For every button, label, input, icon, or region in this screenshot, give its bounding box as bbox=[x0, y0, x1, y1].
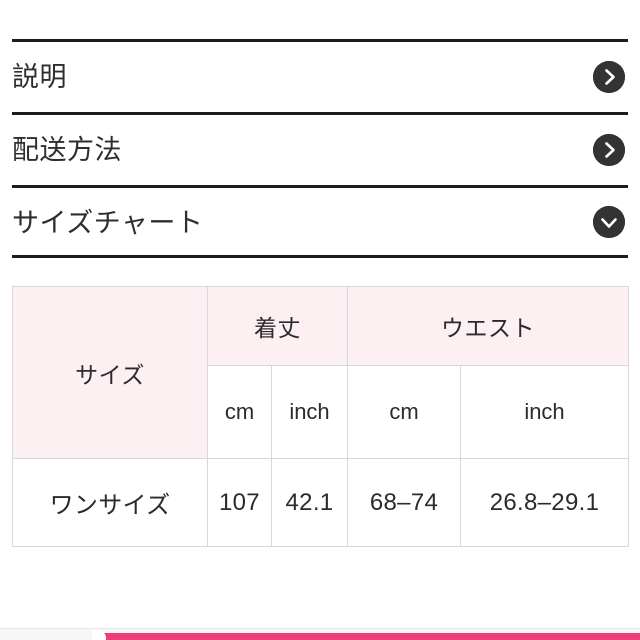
accordion-section-size-chart[interactable]: サイズチャート bbox=[12, 185, 628, 258]
accordion-section-description[interactable]: 説明 bbox=[12, 39, 628, 112]
accordion-title: サイズチャート bbox=[12, 208, 204, 238]
cell-length-cm: 107 bbox=[207, 458, 272, 547]
accordion-title: 説明 bbox=[12, 62, 67, 92]
table-row: ワンサイズ 107 42.1 68–74 26.8–29.1 bbox=[12, 458, 629, 547]
cell-waist-cm: 68–74 bbox=[347, 458, 461, 547]
product-detail-page: 説明 配送方法 サイズチャート サイズ 着丈 ウエスト cm inch cm i… bbox=[0, 0, 640, 640]
table-head: サイズ 着丈 ウエスト cm inch cm inch bbox=[12, 286, 629, 459]
header-size: サイズ bbox=[12, 286, 208, 459]
primary-action-button[interactable] bbox=[95, 633, 640, 640]
cell-size: ワンサイズ bbox=[12, 458, 208, 547]
chevron-right-icon[interactable] bbox=[593, 61, 625, 93]
accordion-title: 配送方法 bbox=[12, 135, 122, 165]
header-group-length: 着丈 bbox=[207, 286, 348, 366]
header-length-cm: cm bbox=[207, 365, 272, 459]
accordion: 説明 配送方法 サイズチャート bbox=[12, 39, 628, 258]
header-waist-cm: cm bbox=[347, 365, 461, 459]
header-waist-inch: inch bbox=[460, 365, 629, 459]
size-chart-table: サイズ 着丈 ウエスト cm inch cm inch ワンサイズ 107 42… bbox=[12, 286, 629, 547]
cell-length-inch: 42.1 bbox=[271, 458, 348, 547]
size-chart-panel: サイズ 着丈 ウエスト cm inch cm inch ワンサイズ 107 42… bbox=[12, 286, 629, 547]
cell-waist-inch: 26.8–29.1 bbox=[460, 458, 629, 547]
chevron-down-icon[interactable] bbox=[593, 205, 625, 238]
header-length-inch: inch bbox=[271, 365, 348, 459]
chevron-right-icon[interactable] bbox=[593, 134, 625, 166]
table-body: ワンサイズ 107 42.1 68–74 26.8–29.1 bbox=[12, 458, 629, 547]
accordion-section-shipping[interactable]: 配送方法 bbox=[12, 112, 628, 185]
header-group-waist: ウエスト bbox=[347, 286, 629, 366]
table-header-row-groups: サイズ 着丈 ウエスト bbox=[12, 286, 629, 459]
